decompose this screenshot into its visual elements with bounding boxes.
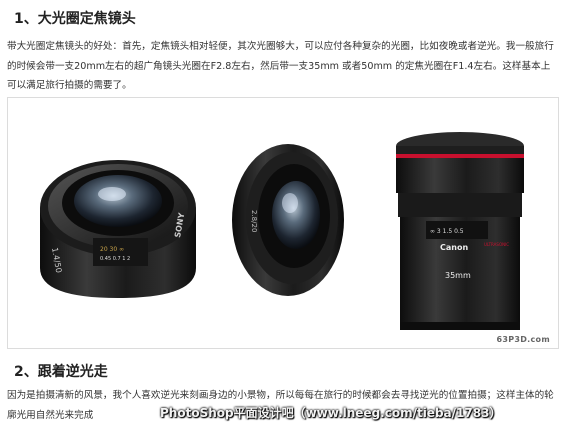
section-heading-1: 1、大光圈定焦镜头 xyxy=(14,11,136,27)
lens-photo: 20 30 ∞ 0.45 0.7 1 2 1.4/50 SONY 2.8/20 … xyxy=(7,97,559,349)
sony-50mm-lens: 20 30 ∞ 0.45 0.7 1 2 1.4/50 SONY xyxy=(40,160,196,298)
section-paragraph-1: 带大光圈定焦镜头的好处：首先，定焦镜头相对轻便，其次光圈够大，可以应付各种复杂的… xyxy=(7,41,554,91)
sony-20mm-lens: 2.8/20 xyxy=(232,144,344,296)
svg-text:20 30 ∞: 20 30 ∞ xyxy=(100,246,124,253)
canon-35mm-lens: ∞ 3 1.5 0.5 Canon ULTRASONIC 35mm xyxy=(396,132,524,330)
site-watermark: 63P3D.com xyxy=(496,335,550,344)
svg-text:∞ 3 1.5 0.5: ∞ 3 1.5 0.5 xyxy=(430,228,464,235)
lens2-spec: 2.8/20 xyxy=(250,210,258,232)
section-heading-2: 2、跟着逆光走 xyxy=(14,364,108,380)
lens3-focal: 35mm xyxy=(445,271,471,280)
lens3-brand: Canon xyxy=(440,243,468,252)
overlay-watermark: PhotoShop平面设计吧（www.lneeg.com/tieba/1783） xyxy=(160,406,502,420)
lens3-series: ULTRASONIC xyxy=(484,242,509,247)
lens-illustration: 20 30 ∞ 0.45 0.7 1 2 1.4/50 SONY 2.8/20 … xyxy=(40,132,524,330)
svg-text:0.45 0.7 1 2: 0.45 0.7 1 2 xyxy=(100,256,130,262)
